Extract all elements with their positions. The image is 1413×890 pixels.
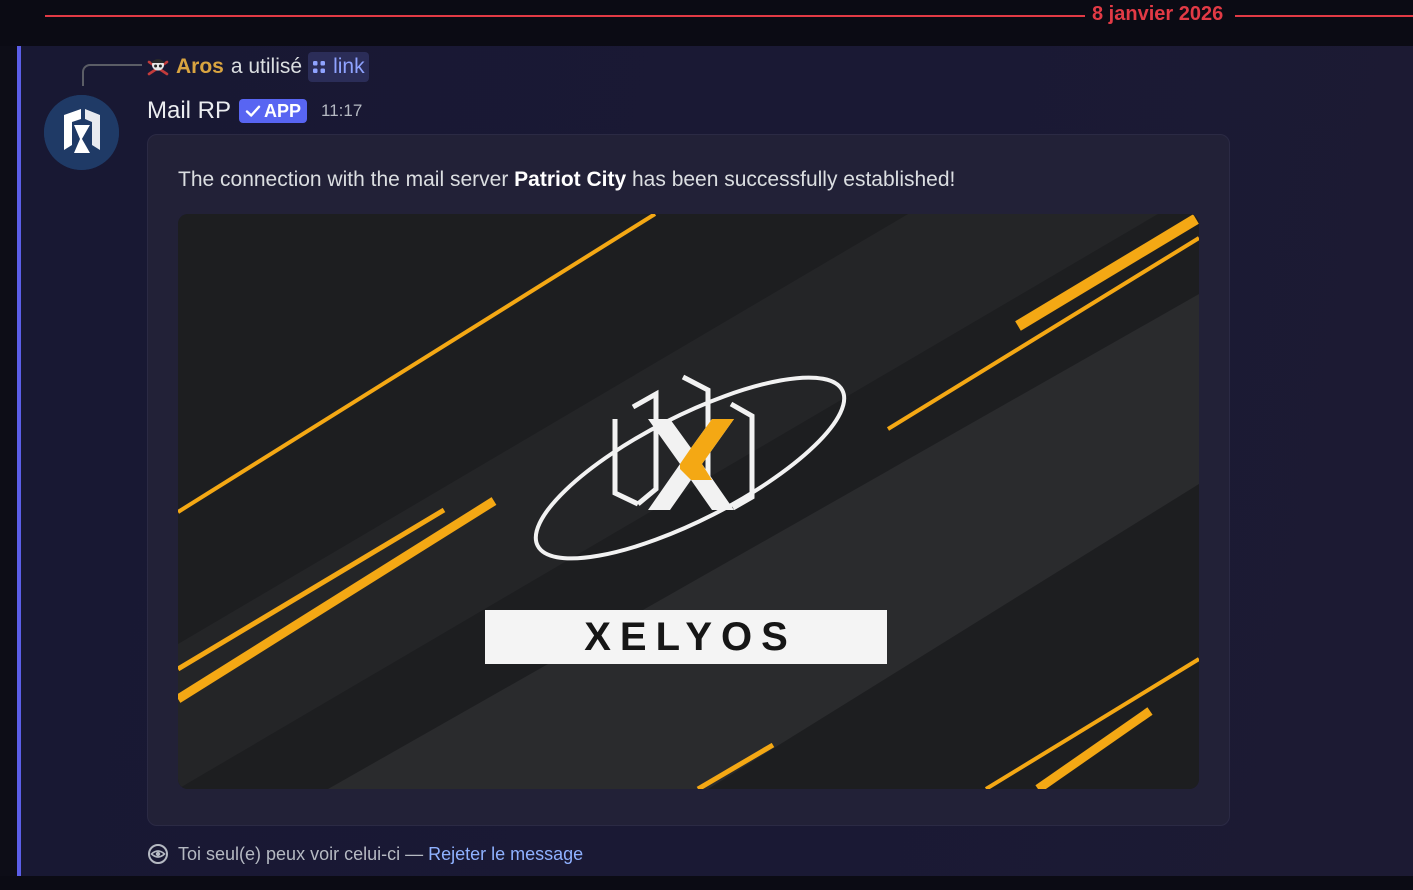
reply-username[interactable]: Aros — [176, 55, 224, 79]
xelyos-banner-graphic — [178, 214, 1199, 789]
embed-description-after: has been successfully established! — [626, 168, 956, 191]
message-embed: The connection with the mail server Patr… — [147, 134, 1230, 826]
reply-spine — [82, 64, 142, 86]
reply-verb: a utilisé — [230, 55, 303, 78]
highlight-bar — [17, 46, 21, 876]
command-mention[interactable]: link — [308, 52, 369, 82]
author-name[interactable]: Mail RP — [147, 97, 231, 125]
pirate-skull-icon[interactable] — [146, 55, 170, 79]
bot-avatar[interactable] — [44, 95, 119, 170]
date-divider-line-right — [1235, 15, 1413, 17]
slash-command-icon — [313, 61, 326, 73]
embed-image[interactable]: XELYOS — [178, 214, 1199, 789]
message-header: Mail RP APP 11:17 — [147, 96, 362, 126]
eye-icon — [148, 844, 168, 864]
app-badge-label: APP — [264, 100, 302, 121]
date-divider: 8 janvier 2026 — [0, 0, 1413, 46]
ephemeral-note: Toi seul(e) peux voir celui-ci — — [178, 843, 424, 864]
xelyos-logo-icon — [44, 95, 119, 170]
embed-description: The connection with the mail server Patr… — [178, 168, 955, 192]
command-reply-line: Aros a utilisé link — [146, 52, 369, 82]
dismiss-message-link[interactable]: Rejeter le message — [428, 844, 583, 865]
check-icon — [245, 105, 261, 117]
message-timestamp[interactable]: 11:17 — [321, 101, 362, 121]
brand-name: XELYOS — [584, 614, 797, 659]
ephemeral-footer: Toi seul(e) peux voir celui-ci — Rejeter… — [147, 842, 583, 866]
brand-name-box: XELYOS — [485, 610, 887, 664]
embed-server-name: Patriot City — [514, 168, 627, 191]
command-name: link — [333, 55, 365, 78]
bottom-strip — [0, 876, 1413, 890]
app-badge: APP — [239, 99, 308, 123]
date-divider-text: 8 janvier 2026 — [1092, 3, 1224, 25]
embed-description-before: The connection with the mail server — [178, 168, 515, 191]
date-divider-line-left — [45, 15, 1085, 17]
